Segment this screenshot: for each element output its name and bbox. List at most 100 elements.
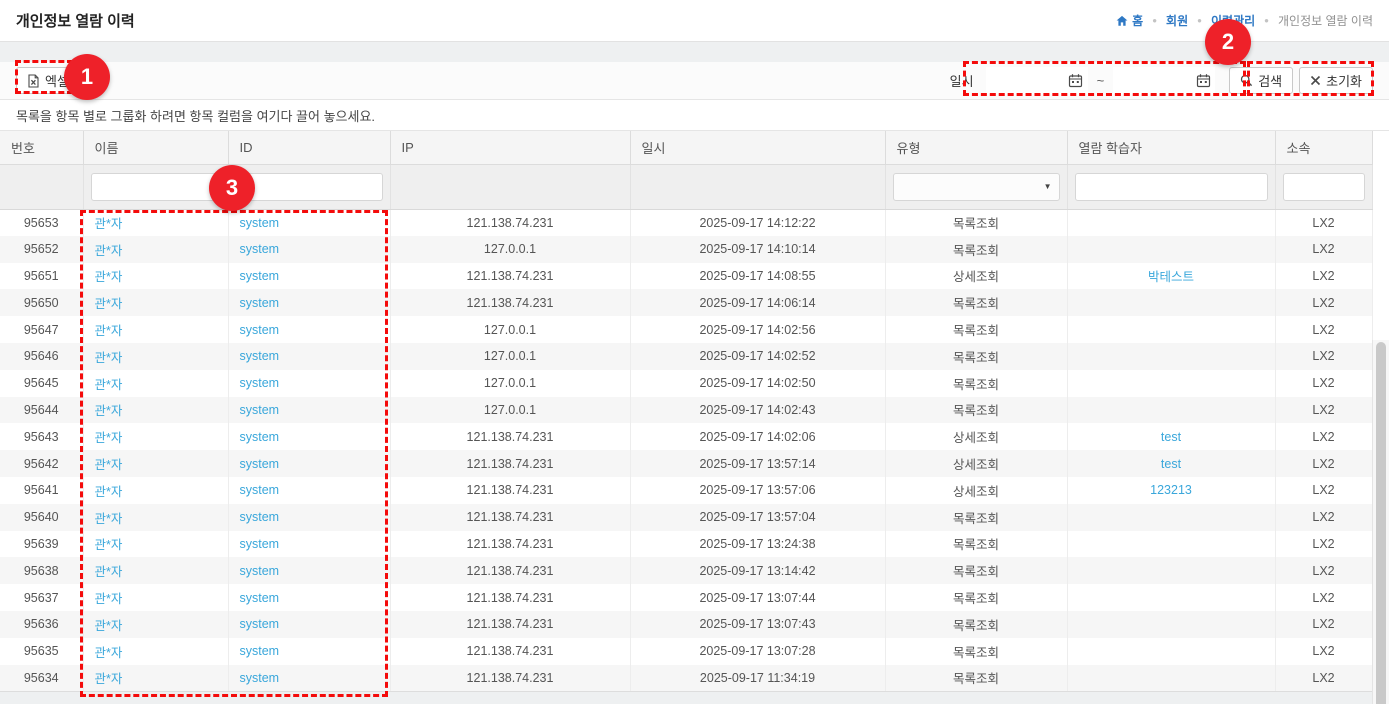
id-link[interactable]: system — [228, 584, 390, 611]
id-link[interactable]: system — [228, 209, 390, 236]
cell-org: LX2 — [1275, 289, 1372, 316]
name-link[interactable]: 관*자 — [83, 665, 228, 692]
table-row[interactable]: 95635 관*자 system 121.138.74.231 2025-09-… — [0, 638, 1372, 665]
cell-org: LX2 — [1275, 477, 1372, 504]
name-filter-input[interactable] — [91, 173, 221, 201]
id-link[interactable]: system — [228, 316, 390, 343]
name-link[interactable]: 관*자 — [83, 611, 228, 638]
breadcrumb-home[interactable]: 홈 — [1116, 12, 1143, 29]
name-link[interactable]: 관*자 — [83, 504, 228, 531]
date-range-separator: ~ — [1097, 73, 1105, 88]
cell-type: 목록조회 — [885, 343, 1067, 370]
cell-type: 목록조회 — [885, 531, 1067, 558]
name-link[interactable]: 관*자 — [83, 370, 228, 397]
table-row[interactable]: 95636 관*자 system 121.138.74.231 2025-09-… — [0, 611, 1372, 638]
cell-org: LX2 — [1275, 531, 1372, 558]
table-row[interactable]: 95647 관*자 system 127.0.0.1 2025-09-17 14… — [0, 316, 1372, 343]
breadcrumb-history-management[interactable]: 이력관리 — [1211, 12, 1255, 29]
id-link[interactable]: system — [228, 370, 390, 397]
name-link[interactable]: 관*자 — [83, 209, 228, 236]
date-to-input[interactable] — [1113, 68, 1191, 93]
name-link[interactable]: 관*자 — [83, 236, 228, 263]
table-row[interactable]: 95645 관*자 system 127.0.0.1 2025-09-17 14… — [0, 370, 1372, 397]
group-by-drop-zone[interactable]: 목록을 항목 별로 그룹화 하려면 항목 컬럼을 여기다 끌어 놓으세요. — [0, 100, 1389, 131]
viewer-link[interactable]: test — [1067, 423, 1275, 450]
viewer-filter-input[interactable] — [1075, 173, 1268, 201]
cell-no: 95639 — [0, 531, 83, 558]
scrollbar-thumb[interactable] — [1376, 342, 1386, 704]
table-row[interactable]: 95639 관*자 system 121.138.74.231 2025-09-… — [0, 531, 1372, 558]
date-from-calendar-button[interactable] — [1064, 68, 1088, 94]
column-header-type[interactable]: 유형 — [885, 131, 1067, 164]
table-row[interactable]: 95651 관*자 system 121.138.74.231 2025-09-… — [0, 263, 1372, 290]
id-link[interactable]: system — [228, 611, 390, 638]
cell-datetime: 2025-09-17 14:02:43 — [630, 397, 885, 424]
viewer-link[interactable]: 박테스트 — [1067, 263, 1275, 290]
name-link[interactable]: 관*자 — [83, 531, 228, 558]
column-header-ip[interactable]: IP — [390, 131, 630, 164]
table-row[interactable]: 95634 관*자 system 121.138.74.231 2025-09-… — [0, 665, 1372, 692]
id-link[interactable]: system — [228, 531, 390, 558]
id-link[interactable]: system — [228, 236, 390, 263]
id-link[interactable]: system — [228, 638, 390, 665]
date-from-input[interactable] — [986, 68, 1064, 93]
name-link[interactable]: 관*자 — [83, 316, 228, 343]
id-link[interactable]: system — [228, 263, 390, 290]
column-header-no[interactable]: 번호 — [0, 131, 83, 164]
grid-header-row: 번호 이름 ID IP 일시 유형 열람 학습자 소속 — [0, 131, 1372, 164]
name-link[interactable]: 관*자 — [83, 557, 228, 584]
column-header-name[interactable]: 이름 — [83, 131, 228, 164]
id-link[interactable]: system — [228, 504, 390, 531]
table-row[interactable]: 95637 관*자 system 121.138.74.231 2025-09-… — [0, 584, 1372, 611]
column-header-org[interactable]: 소속 — [1275, 131, 1372, 164]
id-link[interactable]: system — [228, 423, 390, 450]
excel-export-button[interactable]: 엑셀 — [16, 67, 80, 94]
id-link[interactable]: system — [228, 343, 390, 370]
name-link[interactable]: 관*자 — [83, 263, 228, 290]
id-link[interactable]: system — [228, 450, 390, 477]
id-link[interactable]: system — [228, 665, 390, 692]
name-link[interactable]: 관*자 — [83, 397, 228, 424]
org-filter-input[interactable] — [1283, 173, 1365, 201]
cell-datetime: 2025-09-17 14:12:22 — [630, 209, 885, 236]
viewer-cell — [1067, 236, 1275, 263]
name-link[interactable]: 관*자 — [83, 477, 228, 504]
table-row[interactable]: 95638 관*자 system 121.138.74.231 2025-09-… — [0, 557, 1372, 584]
cell-datetime: 2025-09-17 13:14:42 — [630, 557, 885, 584]
reset-button[interactable]: 초기화 — [1299, 67, 1373, 94]
table-row[interactable]: 95646 관*자 system 127.0.0.1 2025-09-17 14… — [0, 343, 1372, 370]
type-filter-dropdown[interactable]: ▼ — [893, 173, 1060, 201]
name-link[interactable]: 관*자 — [83, 638, 228, 665]
viewer-link[interactable]: 123213 — [1067, 477, 1275, 504]
id-link[interactable]: system — [228, 397, 390, 424]
table-row[interactable]: 95642 관*자 system 121.138.74.231 2025-09-… — [0, 450, 1372, 477]
name-link[interactable]: 관*자 — [83, 584, 228, 611]
cell-no: 95637 — [0, 584, 83, 611]
table-row[interactable]: 95653 관*자 system 121.138.74.231 2025-09-… — [0, 209, 1372, 236]
id-link[interactable]: system — [228, 557, 390, 584]
id-link[interactable]: system — [228, 477, 390, 504]
name-link[interactable]: 관*자 — [83, 343, 228, 370]
viewer-cell — [1067, 638, 1275, 665]
table-row[interactable]: 95644 관*자 system 127.0.0.1 2025-09-17 14… — [0, 397, 1372, 424]
name-link[interactable]: 관*자 — [83, 289, 228, 316]
id-filter-input[interactable] — [236, 173, 383, 201]
name-link[interactable]: 관*자 — [83, 450, 228, 477]
id-link[interactable]: system — [228, 289, 390, 316]
cell-type: 목록조회 — [885, 584, 1067, 611]
date-to-calendar-button[interactable] — [1191, 68, 1215, 94]
vertical-scrollbar[interactable] — [1372, 340, 1389, 704]
cell-org: LX2 — [1275, 638, 1372, 665]
search-button[interactable]: 검색 — [1229, 67, 1293, 94]
breadcrumb-section[interactable]: 회원 — [1166, 12, 1188, 29]
table-row[interactable]: 95643 관*자 system 121.138.74.231 2025-09-… — [0, 423, 1372, 450]
table-row[interactable]: 95650 관*자 system 121.138.74.231 2025-09-… — [0, 289, 1372, 316]
table-row[interactable]: 95652 관*자 system 127.0.0.1 2025-09-17 14… — [0, 236, 1372, 263]
name-link[interactable]: 관*자 — [83, 423, 228, 450]
table-row[interactable]: 95641 관*자 system 121.138.74.231 2025-09-… — [0, 477, 1372, 504]
viewer-link[interactable]: test — [1067, 450, 1275, 477]
column-header-viewer[interactable]: 열람 학습자 — [1067, 131, 1275, 164]
column-header-id[interactable]: ID — [228, 131, 390, 164]
column-header-datetime[interactable]: 일시 — [630, 131, 885, 164]
table-row[interactable]: 95640 관*자 system 121.138.74.231 2025-09-… — [0, 504, 1372, 531]
